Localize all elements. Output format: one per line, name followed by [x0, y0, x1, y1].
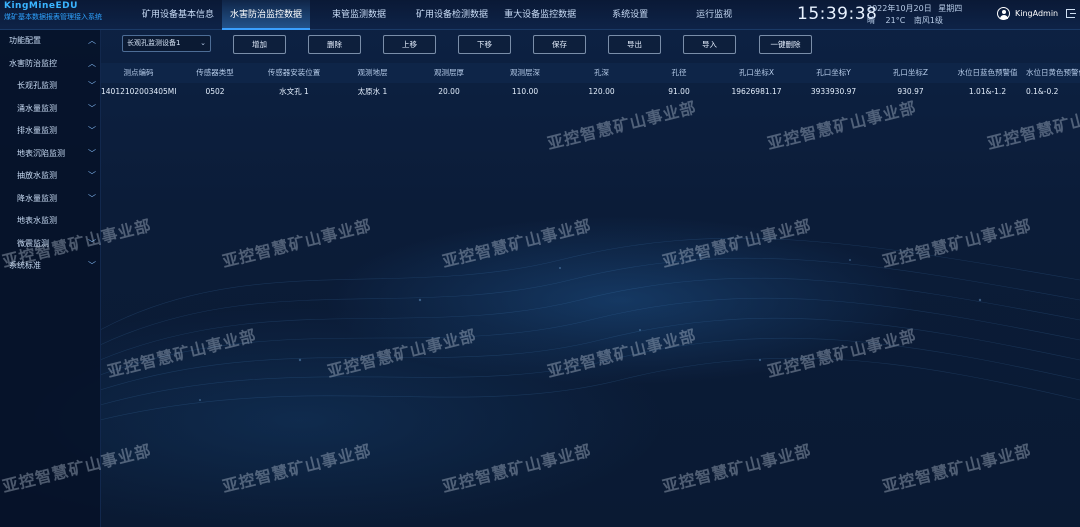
- user-icon: [997, 7, 1010, 20]
- column-header: 传感器安装位置: [267, 68, 321, 77]
- tab-water-hazard[interactable]: 水害防治监控数据: [222, 0, 311, 30]
- device-select-value: 长观孔监测设备1: [127, 39, 181, 47]
- table-cell: 14012102003405MI: [101, 87, 176, 96]
- weather: 晴: [867, 16, 875, 25]
- column-header: 孔口坐标Y: [816, 68, 851, 77]
- sidebar-item-label: 降水量监测: [17, 193, 57, 203]
- chevron-down-icon: ﹀: [88, 193, 96, 203]
- column-header: 观测地层: [357, 68, 388, 77]
- date-weather: 2022年10月20日 星期四 晴 21°C 南风1级: [867, 3, 962, 27]
- sidebar-item-label: 涌水量监测: [17, 103, 57, 113]
- column-header: 孔口坐标X: [738, 68, 775, 77]
- chevron-down-icon: ﹀: [88, 261, 96, 270]
- sidebar-item-function-config[interactable]: 功能配置 ︿: [0, 30, 100, 53]
- column-header: 水位日黄色预警值: [1026, 68, 1080, 77]
- sidebar-item-label: 水害防治监控: [9, 58, 57, 68]
- import-button[interactable]: 导入: [683, 35, 736, 54]
- brand: KingMineEDU 煤矿基本数据报表管理接入系统: [4, 1, 144, 22]
- table-cell: 3933930.97: [810, 87, 857, 96]
- column-header: 测点编码: [123, 68, 154, 77]
- tab-system-settings[interactable]: 系统设置: [604, 0, 656, 30]
- table-cell: 110.00: [511, 87, 539, 96]
- table-cell: 20.00: [438, 87, 460, 96]
- top-bar: KingMineEDU 煤矿基本数据报表管理接入系统 矿用设备基本信息 水害防治…: [0, 0, 1080, 30]
- weekday: 星期四: [938, 4, 963, 13]
- move-down-button[interactable]: 下移: [458, 35, 511, 54]
- sidebar-item-label: 排水量监测: [17, 126, 57, 135]
- chevron-down-icon: ⌄: [200, 39, 206, 47]
- device-select[interactable]: 长观孔监测设备1 ⌄: [122, 35, 211, 52]
- table-cell: 0.1&-0.2: [1026, 87, 1059, 96]
- table-cell: 水文孔 1: [279, 87, 309, 96]
- chevron-down-icon: ﹀: [88, 148, 96, 158]
- table-row[interactable]: 14012102003405MI 0502 水文孔 1 太原水 1 20.00 …: [101, 83, 1080, 101]
- table-cell: 120.00: [588, 87, 615, 96]
- logout-icon[interactable]: [1066, 9, 1077, 18]
- sidebar-item-long-hole[interactable]: 长观孔监测 ﹀: [0, 75, 100, 98]
- delete-button[interactable]: 删除: [308, 35, 361, 54]
- column-header: 观测层深: [510, 68, 540, 77]
- tab-equipment-info[interactable]: 矿用设备基本信息: [134, 0, 222, 30]
- tab-major-equipment[interactable]: 重大设备监控数据: [496, 0, 584, 30]
- user-menu[interactable]: KingAdmin: [997, 7, 1077, 20]
- sidebar-item-label: 地表水监测: [17, 216, 57, 225]
- sidebar-item-label: 长观孔监测: [17, 81, 57, 90]
- chevron-up-icon: ︿: [88, 58, 96, 68]
- delete-all-button[interactable]: 一键删除: [759, 35, 812, 54]
- column-header: 水位日蓝色预警值: [957, 68, 1018, 77]
- sidebar-item-drainage[interactable]: 排水量监测 ﹀: [0, 120, 100, 143]
- table-cell: 19626981.17: [731, 87, 782, 96]
- sidebar-item-rainfall[interactable]: 降水量监测 ﹀: [0, 188, 100, 211]
- sidebar-item-water-inflow[interactable]: 涌水量监测 ﹀: [0, 98, 100, 121]
- table-cell: 1.01&-1.2: [968, 87, 1007, 96]
- tab-run-monitor[interactable]: 运行监视: [688, 0, 740, 30]
- column-header: 观测层厚: [434, 68, 464, 77]
- brand-subtitle: 煤矿基本数据报表管理接入系统: [4, 13, 102, 21]
- user-name: KingAdmin: [1015, 9, 1059, 18]
- sidebar-item-label: 地表沉陷监测: [17, 148, 65, 158]
- data-table: 测点编码 传感器类型 传感器安装位置 观测地层 观测层厚 观测层深 孔深 孔径 …: [101, 63, 1080, 101]
- sidebar-item-label: 抽放水监测: [17, 171, 57, 180]
- clock: 15:39:38: [797, 4, 878, 24]
- table-cell: 太原水 1: [357, 87, 388, 96]
- column-header: 孔深: [594, 68, 609, 77]
- date: 2022年10月20日: [867, 4, 932, 13]
- tab-beam-tube[interactable]: 束管监测数据: [324, 0, 394, 30]
- chevron-down-icon: ﹀: [88, 81, 96, 90]
- tab-equipment-detection[interactable]: 矿用设备检测数据: [408, 0, 496, 30]
- sidebar-item-water-hazard[interactable]: 水害防治监控 ︿: [0, 53, 100, 76]
- temperature: 21°C: [885, 16, 906, 25]
- chevron-down-icon: ﹀: [88, 103, 96, 113]
- column-header: 孔口坐标Z: [892, 68, 929, 77]
- main-nav: 矿用设备基本信息 水害防治监控数据 束管监测数据 矿用设备检测数据 重大设备监控…: [134, 0, 740, 30]
- export-button[interactable]: 导出: [608, 35, 661, 54]
- sidebar-item-subsidence[interactable]: 地表沉陷监测 ﹀: [0, 143, 100, 166]
- column-header: 传感器类型: [196, 68, 234, 77]
- chevron-down-icon: ﹀: [88, 171, 96, 180]
- brand-name: KingMineEDU: [4, 1, 78, 11]
- add-button[interactable]: 增加: [233, 35, 286, 54]
- sidebar-item-pump-water[interactable]: 抽放水监测 ﹀: [0, 165, 100, 188]
- sidebar-item-label: 功能配置: [9, 36, 41, 45]
- save-button[interactable]: 保存: [533, 35, 586, 54]
- table-header: 测点编码 传感器类型 传感器安装位置 观测地层 观测层厚 观测层深 孔深 孔径 …: [101, 63, 1080, 83]
- table-cell: 0502: [205, 87, 225, 96]
- wind: 南风1级: [913, 16, 943, 25]
- column-header: 孔径: [671, 68, 687, 77]
- chevron-down-icon: ﹀: [88, 126, 96, 135]
- move-up-button[interactable]: 上移: [383, 35, 436, 54]
- chevron-up-icon: ︿: [88, 36, 96, 45]
